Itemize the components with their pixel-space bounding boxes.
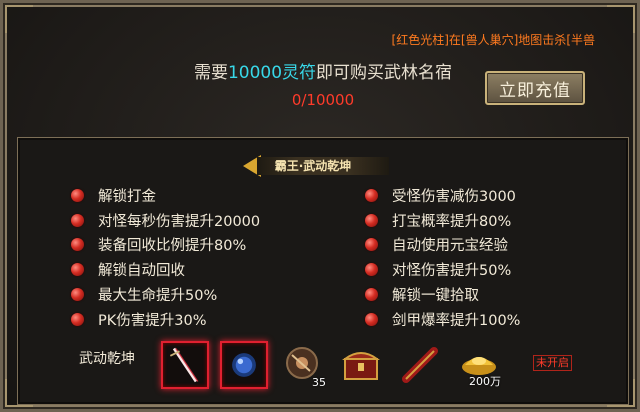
benefit-item: PK伤害提升30% — [71, 307, 260, 332]
red-dot-icon — [71, 263, 84, 277]
red-dot-icon — [71, 288, 84, 302]
benefit-text: PK伤害提升30% — [98, 312, 207, 329]
frame-corner — [607, 5, 635, 33]
frame-corner — [5, 5, 33, 33]
item-slot-chest[interactable] — [337, 341, 385, 389]
notice-item: [红色光柱] — [391, 33, 449, 47]
benefit-text: 最大生命提升50% — [98, 288, 218, 305]
title-banner: 霸王·武动乾坤 — [243, 155, 403, 177]
notice-text: 在 — [448, 33, 461, 47]
benefit-text: 装备回收比例提升80% — [98, 238, 247, 255]
treasure-chest-icon — [341, 352, 381, 380]
red-dot-icon — [365, 312, 378, 326]
item-slot-orb[interactable] — [220, 341, 268, 389]
notice-map: [兽人巢穴] — [460, 33, 519, 47]
item-slot-sword[interactable] — [161, 341, 209, 389]
item-quantity: 35 — [312, 376, 326, 389]
vip-panel: [红色光柱]在[兽人巢穴]地图击杀[半兽 需要10000灵符即可购买武林名宿 0… — [0, 0, 640, 412]
requirement-prefix: 需要 — [193, 63, 228, 83]
red-dot-icon — [365, 213, 378, 227]
item-slot-scroll[interactable] — [396, 341, 444, 389]
red-dot-icon — [365, 263, 378, 277]
benefit-text: 对怪每秒伤害提升20000 — [98, 213, 261, 230]
benefit-text: 受怪伤害减伤3000 — [392, 188, 516, 205]
recharge-button[interactable]: 立即充值 — [485, 71, 585, 105]
red-dot-icon — [71, 312, 84, 326]
benefit-item: 解锁自动回收 — [71, 257, 260, 282]
requirement-amount: 10000灵符 — [227, 63, 317, 83]
benefit-item: 自动使用元宝经验 — [365, 233, 520, 258]
benefit-text: 剑甲爆率提升100% — [392, 312, 521, 329]
requirement-suffix: 即可购买武林名宿 — [316, 63, 453, 83]
notice-boss: [半兽 — [566, 33, 595, 47]
red-dot-icon — [365, 188, 378, 202]
item-slot-disc[interactable]: 35 — [280, 341, 328, 389]
benefit-item: 打宝概率提升80% — [365, 208, 520, 233]
set-label: 武动乾坤 — [79, 351, 135, 367]
red-dot-icon — [71, 238, 84, 252]
benefit-item: 装备回收比例提升80% — [71, 233, 260, 258]
benefit-text: 对怪伤害提升50% — [392, 263, 512, 280]
red-dot-icon — [365, 238, 378, 252]
drop-notice: [红色光柱]在[兽人巢穴]地图击杀[半兽 — [392, 31, 595, 48]
benefit-item: 解锁打金 — [71, 183, 260, 208]
benefit-text: 解锁一键拾取 — [392, 288, 479, 305]
benefit-item: 受怪伤害减伤3000 — [365, 183, 520, 208]
blue-orb-icon — [232, 353, 256, 377]
red-dot-icon — [71, 213, 84, 227]
benefit-text: 自动使用元宝经验 — [392, 238, 508, 255]
benefits-list-left: 解锁打金 对怪每秒伤害提升20000 装备回收比例提升80% 解锁自动回收 最大… — [71, 183, 260, 332]
sword-icon — [169, 347, 199, 383]
notice-text: 地图击杀 — [518, 33, 567, 47]
benefit-item: 解锁一键拾取 — [365, 282, 520, 307]
benefits-list-right: 受怪伤害减伤3000 打宝概率提升80% 自动使用元宝经验 对怪伤害提升50% … — [365, 183, 520, 332]
item-quantity: 200万 — [469, 375, 501, 388]
item-slot-gold[interactable]: 200万 — [455, 341, 503, 389]
benefits-title: 霸王·武动乾坤 — [274, 159, 352, 173]
red-dot-icon — [365, 288, 378, 302]
benefit-item: 对怪伤害提升50% — [365, 257, 520, 282]
benefit-text: 解锁自动回收 — [98, 263, 185, 280]
scroll-icon — [402, 347, 438, 383]
benefit-text: 打宝概率提升80% — [392, 213, 512, 230]
benefit-item: 剑甲爆率提升100% — [365, 307, 520, 332]
status-badge: 未开启 — [533, 355, 572, 371]
red-dot-icon — [71, 188, 84, 202]
benefit-item: 最大生命提升50% — [71, 282, 260, 307]
benefit-item: 对怪每秒伤害提升20000 — [71, 208, 260, 233]
benefit-text: 解锁打金 — [98, 188, 156, 205]
